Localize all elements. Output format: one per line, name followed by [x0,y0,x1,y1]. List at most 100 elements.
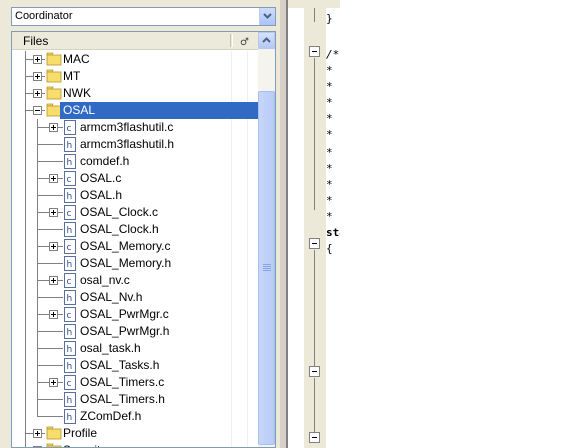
expand-toggle[interactable] [49,174,58,183]
workspace-pane: Coordinator Files ♂ MAC MT NWK OSAL c armcm3f… [0,0,280,448]
tree-item-label: armcm3flashutil.h [80,137,175,151]
svg-text:h: h [67,396,73,406]
tree-folder-item[interactable]: Security [12,442,258,447]
folder-icon [46,443,62,447]
fold-collapse-icon[interactable] [309,238,320,249]
tree-file-item[interactable]: h OSAL_Tasks.h [12,357,258,374]
pane-splitter[interactable] [280,0,288,448]
tree-connector-line [37,399,63,400]
expand-toggle[interactable] [49,123,58,132]
tree-file-item[interactable]: h OSAL.h [12,187,258,204]
tree-folder-item[interactable]: MAC [12,51,258,68]
column-grid-line [231,221,232,238]
column-grid-line [247,374,248,391]
toggle-plus-stroke [53,312,54,317]
column-grid-line [231,85,232,102]
expand-toggle[interactable] [33,72,42,81]
fold-collapse-icon[interactable] [309,366,320,377]
grip-line [263,266,271,267]
tree-file-item[interactable]: h OSAL_PwrMgr.h [12,323,258,340]
tree-file-item[interactable]: h ZComDef.h [12,408,258,425]
expand-toggle[interactable] [33,429,42,438]
tree-connector-line [25,170,26,187]
files-header-label: Files [23,34,49,48]
tree-item-label: OSAL_Clock.h [80,222,159,236]
tree-file-item[interactable]: h osal_task.h [12,340,258,357]
expand-toggle[interactable] [33,89,42,98]
folder-icon [46,52,62,69]
tree-folder-item[interactable]: NWK [12,85,258,102]
fold-guide-line [314,250,315,366]
tree-file-item[interactable]: h OSAL_Timers.h [12,391,258,408]
column-grid-line [231,153,232,170]
tree-file-item[interactable]: c OSAL_Clock.c [12,204,258,221]
svg-text:h: h [67,345,73,355]
tree-connector-line [25,221,26,238]
svg-text:h: h [67,226,73,236]
tree-file-item[interactable]: c OSAL.c [12,170,258,187]
code-fragment: } [326,12,333,25]
toggle-plus-stroke [53,210,54,215]
tree-connector-line [25,204,26,221]
scroll-up-button[interactable] [258,32,275,49]
column-grid-line [231,425,232,442]
svg-text:h: h [67,260,73,270]
tree-file-item[interactable]: c osal_nv.c [12,272,258,289]
code-fragment: * [326,210,333,223]
tree-file-item[interactable]: c armcm3flashutil.c [12,119,258,136]
tree-item-label: OSAL [62,103,97,117]
tree-file-item[interactable]: h OSAL_Clock.h [12,221,258,238]
tree-folder-item[interactable]: MT [12,68,258,85]
svg-text:c: c [67,311,72,321]
fold-collapse-icon[interactable] [309,432,320,443]
column-grid-line [247,442,248,447]
tree-connector-line [37,348,63,349]
tree-file-item[interactable]: h comdef.h [12,153,258,170]
expand-toggle[interactable] [49,310,58,319]
expand-toggle[interactable] [49,378,58,387]
fold-collapse-icon[interactable] [309,46,320,57]
vertical-scrollbar[interactable] [258,32,275,447]
tree-item-label: Security [62,443,107,447]
tree-file-item[interactable]: c OSAL_Memory.c [12,238,258,255]
expand-toggle[interactable] [33,55,42,64]
tree-item-label: OSAL_Memory.c [80,239,171,253]
tree-folder-item[interactable]: OSAL [12,102,258,119]
svg-text:c: c [67,243,72,253]
arrow-up-icon [262,37,271,43]
expand-toggle[interactable] [49,276,58,285]
tree-connector-line [37,331,63,332]
expand-toggle[interactable] [49,208,58,217]
tree-file-item[interactable]: c OSAL_Timers.c [12,374,258,391]
chevron-down-icon [263,13,272,19]
column-grid-line [231,323,232,340]
svg-text:h: h [67,192,73,202]
tree-file-item[interactable]: h OSAL_Memory.h [12,255,258,272]
fold-minus-stroke [312,51,317,52]
tree-item-label: armcm3flashutil.c [80,120,174,134]
column-options-icon[interactable]: ♂ [237,35,251,47]
tree-connector-line [37,297,63,298]
tree-connector-line [25,340,26,357]
dropdown-button[interactable] [259,8,275,25]
code-editor[interactable]: } /* * * * * * * * * * * sta { [288,8,340,448]
tree-folder-item[interactable]: Profile [12,425,258,442]
tree-connector-line [37,416,63,417]
tree-file-item[interactable]: h armcm3flashutil.h [12,136,258,153]
expand-toggle[interactable] [49,242,58,251]
fold-guide-line [314,58,315,210]
code-fragment: * [326,96,333,109]
column-grid-line [231,136,232,153]
fold-minus-stroke [312,243,317,244]
fold-minus-stroke [312,371,317,372]
collapse-toggle[interactable] [33,106,42,115]
svg-text:h: h [67,413,73,423]
files-column-header[interactable]: Files ♂ [12,32,258,50]
column-grid-line [231,442,232,447]
configuration-select[interactable]: Coordinator [11,7,276,26]
tree-file-item[interactable]: h OSAL_Nv.h [12,289,258,306]
tree-file-item[interactable]: c OSAL_PwrMgr.c [12,306,258,323]
code-fragment: sta [326,226,340,239]
scroll-thumb[interactable] [258,91,275,445]
tree-item-label: OSAL.h [80,188,123,202]
